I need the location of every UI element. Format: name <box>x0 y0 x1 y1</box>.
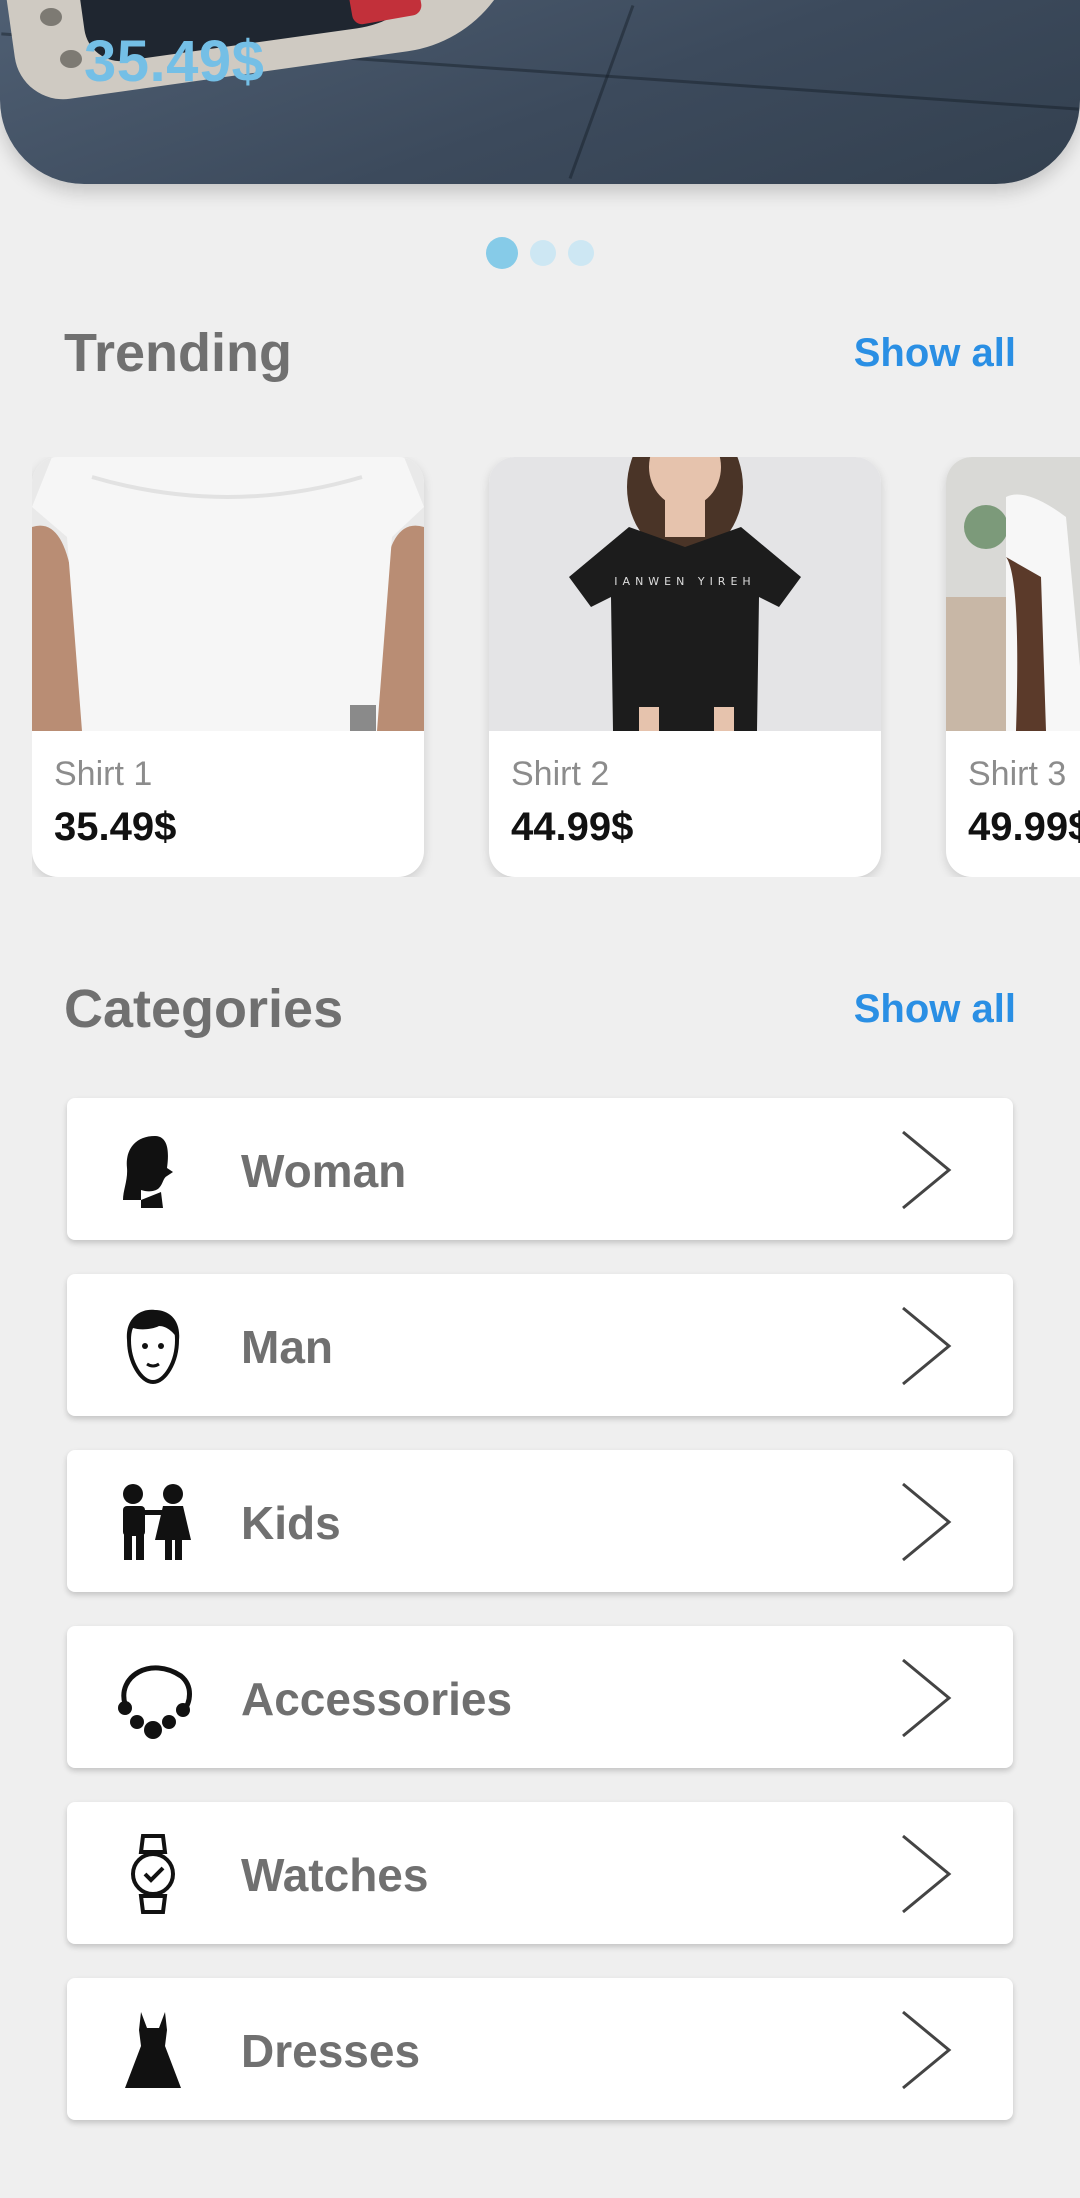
watch-icon <box>131 1834 175 1914</box>
category-label: Accessories <box>241 1673 513 1725</box>
chevron-right-icon <box>902 1306 952 1386</box>
hero-banner[interactable]: 35.49$ <box>0 0 1080 184</box>
product-name: Shirt 3 <box>968 755 1067 793</box>
category-label: Man <box>241 1321 333 1373</box>
dress-icon <box>125 2012 181 2088</box>
kids-icon <box>123 1484 191 1560</box>
product-card[interactable]: IANWEN YIREH Shirt 2 44.99$ <box>489 457 881 877</box>
categories-show-all-link[interactable]: Show all <box>854 987 1016 1032</box>
carousel-dot[interactable] <box>568 240 594 266</box>
product-image <box>946 457 1080 731</box>
trending-carousel[interactable]: Shirt 1 35.49$ IANWEN YIREH Shirt 2 44.9… <box>32 457 1080 877</box>
category-label: Watches <box>241 1849 429 1901</box>
category-label: Dresses <box>241 2025 421 2077</box>
product-price: 44.99$ <box>511 805 634 849</box>
category-label: Kids <box>241 1497 341 1549</box>
categories-title: Categories <box>64 979 344 1039</box>
category-item-accessories[interactable]: Accessories <box>67 1626 1013 1768</box>
trending-title: Trending <box>64 323 292 383</box>
chevron-right-icon <box>902 1834 952 1914</box>
category-label: Woman <box>241 1145 407 1197</box>
category-item-woman[interactable]: Woman <box>67 1098 1013 1240</box>
trending-header: Trending Show all <box>64 322 1016 384</box>
product-card[interactable]: Shirt 1 35.49$ <box>32 457 424 877</box>
carousel-indicator <box>0 237 1080 269</box>
category-item-watches[interactable]: Watches <box>67 1802 1013 1944</box>
product-image: IANWEN YIREH <box>489 457 881 731</box>
svg-text:IANWEN YIREH: IANWEN YIREH <box>614 575 755 588</box>
category-item-man[interactable]: Man <box>67 1274 1013 1416</box>
trending-show-all-link[interactable]: Show all <box>854 331 1016 376</box>
hero-price: 35.49$ <box>84 29 265 94</box>
necklace-icon <box>118 1665 192 1739</box>
product-price: 35.49$ <box>54 805 177 849</box>
chevron-right-icon <box>902 2010 952 2090</box>
category-item-kids[interactable]: Kids <box>67 1450 1013 1592</box>
product-card[interactable]: Shirt 3 49.99$ <box>946 457 1080 877</box>
chevron-right-icon <box>902 1658 952 1738</box>
product-price: 49.99$ <box>968 805 1080 849</box>
woman-head-icon <box>123 1136 173 1208</box>
product-name: Shirt 2 <box>511 755 610 793</box>
categories-header: Categories Show all <box>64 978 1016 1040</box>
product-name: Shirt 1 <box>54 755 153 793</box>
chevron-right-icon <box>902 1482 952 1562</box>
carousel-dot-active[interactable] <box>486 237 518 269</box>
man-face-icon <box>126 1309 180 1385</box>
carousel-dot[interactable] <box>530 240 556 266</box>
chevron-right-icon <box>902 1130 952 1210</box>
category-item-dresses[interactable]: Dresses <box>67 1978 1013 2120</box>
category-list: Woman Man Kids Accessories Watches Dress… <box>67 1098 1013 2154</box>
product-image <box>32 457 424 731</box>
